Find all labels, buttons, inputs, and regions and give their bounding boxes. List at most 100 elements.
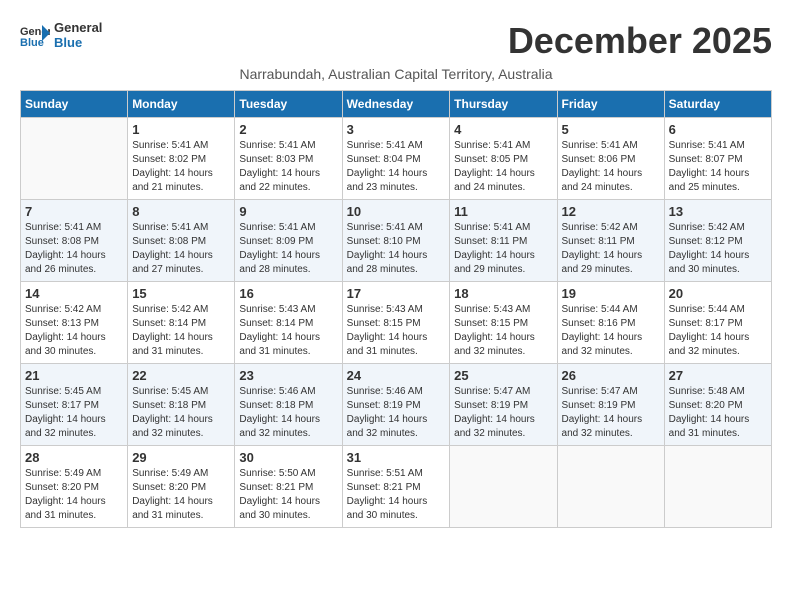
logo: General Blue General Blue [20, 20, 102, 50]
day-info: Sunrise: 5:41 AMSunset: 8:10 PMDaylight:… [347, 221, 446, 277]
calendar-cell: 29 Sunrise: 5:49 AMSunset: 8:20 PMDayligh… [128, 446, 235, 528]
day-number: 5 [562, 122, 660, 137]
calendar-cell: 2 Sunrise: 5:41 AMSunset: 8:03 PMDaylight… [235, 118, 342, 200]
day-info: Sunrise: 5:49 AMSunset: 8:20 PMDaylight:… [25, 467, 123, 523]
calendar-cell: 25Sunrise: 5:47 AMSunset: 8:19 PMDayligh… [450, 364, 557, 446]
calendar-cell: 30Sunrise: 5:50 AMSunset: 8:21 PMDayligh… [235, 446, 342, 528]
day-number: 27 [669, 368, 767, 383]
day-info: Sunrise: 5:41 AMSunset: 8:06 PMDaylight:… [562, 139, 660, 195]
day-number: 14 [25, 286, 123, 301]
calendar-cell: 9 Sunrise: 5:41 AMSunset: 8:09 PMDaylight… [235, 200, 342, 282]
calendar-cell: 24 Sunrise: 5:46 AMSunset: 8:19 PMDayligh… [342, 364, 450, 446]
day-number: 25 [454, 368, 552, 383]
logo-line2: Blue [54, 35, 102, 50]
calendar-cell: 23 Sunrise: 5:46 AMSunset: 8:18 PMDayligh… [235, 364, 342, 446]
calendar-week-row: 7Sunrise: 5:41 AMSunset: 8:08 PMDaylight… [21, 200, 772, 282]
day-info: Sunrise: 5:43 AMSunset: 8:15 PMDaylight:… [454, 303, 552, 359]
day-number: 21 [25, 368, 123, 383]
day-info: Sunrise: 5:48 AMSunset: 8:20 PMDaylight:… [669, 385, 767, 441]
calendar-cell: 10Sunrise: 5:41 AMSunset: 8:10 PMDayligh… [342, 200, 450, 282]
day-number: 16 [239, 286, 337, 301]
calendar-cell: 1 Sunrise: 5:41 AMSunset: 8:02 PMDaylight… [128, 118, 235, 200]
calendar-header-row: SundayMondayTuesdayWednesdayThursdayFrid… [21, 91, 772, 118]
day-info: Sunrise: 5:41 AMSunset: 8:03 PMDaylight:… [239, 139, 337, 195]
day-info: Sunrise: 5:43 AMSunset: 8:14 PMDaylight:… [239, 303, 337, 359]
header-wednesday: Wednesday [342, 91, 450, 118]
header-saturday: Saturday [664, 91, 771, 118]
day-number: 6 [669, 122, 767, 137]
calendar-cell: 20 Sunrise: 5:44 AMSunset: 8:17 PMDayligh… [664, 282, 771, 364]
day-info: Sunrise: 5:45 AMSunset: 8:18 PMDaylight:… [132, 385, 230, 441]
calendar-cell: 31 Sunrise: 5:51 AMSunset: 8:21 PMDayligh… [342, 446, 450, 528]
calendar-cell: 27 Sunrise: 5:48 AMSunset: 8:20 PMDayligh… [664, 364, 771, 446]
day-info: Sunrise: 5:46 AMSunset: 8:19 PMDaylight:… [347, 385, 446, 441]
day-number: 12 [562, 204, 660, 219]
calendar-cell: 12Sunrise: 5:42 AMSunset: 8:11 PMDayligh… [557, 200, 664, 282]
calendar-cell: 5 Sunrise: 5:41 AMSunset: 8:06 PMDaylight… [557, 118, 664, 200]
header-monday: Monday [128, 91, 235, 118]
day-info: Sunrise: 5:42 AMSunset: 8:14 PMDaylight:… [132, 303, 230, 359]
calendar: SundayMondayTuesdayWednesdayThursdayFrid… [20, 90, 772, 528]
day-number: 15 [132, 286, 230, 301]
day-number: 2 [239, 122, 337, 137]
day-number: 20 [669, 286, 767, 301]
day-info: Sunrise: 5:41 AMSunset: 8:08 PMDaylight:… [25, 221, 123, 277]
calendar-cell [450, 446, 557, 528]
day-info: Sunrise: 5:49 AMSunset: 8:20 PMDaylight:… [132, 467, 230, 523]
day-info: Sunrise: 5:42 AMSunset: 8:13 PMDaylight:… [25, 303, 123, 359]
day-number: 13 [669, 204, 767, 219]
day-info: Sunrise: 5:51 AMSunset: 8:21 PMDaylight:… [347, 467, 446, 523]
calendar-week-row: 21 Sunrise: 5:45 AMSunset: 8:17 PMDayligh… [21, 364, 772, 446]
day-number: 29 [132, 450, 230, 465]
day-number: 31 [347, 450, 446, 465]
day-number: 26 [562, 368, 660, 383]
day-info: Sunrise: 5:41 AMSunset: 8:09 PMDaylight:… [239, 221, 337, 277]
day-number: 11 [454, 204, 552, 219]
day-info: Sunrise: 5:41 AMSunset: 8:07 PMDaylight:… [669, 139, 767, 195]
day-number: 24 [347, 368, 446, 383]
calendar-week-row: 14 Sunrise: 5:42 AMSunset: 8:13 PMDayligh… [21, 282, 772, 364]
day-number: 18 [454, 286, 552, 301]
logo-line1: General [54, 20, 102, 35]
calendar-cell: 28 Sunrise: 5:49 AMSunset: 8:20 PMDayligh… [21, 446, 128, 528]
day-number: 9 [239, 204, 337, 219]
day-number: 1 [132, 122, 230, 137]
day-info: Sunrise: 5:44 AMSunset: 8:16 PMDaylight:… [562, 303, 660, 359]
month-title: December 2025 [508, 20, 772, 62]
day-number: 3 [347, 122, 446, 137]
day-number: 4 [454, 122, 552, 137]
calendar-cell [21, 118, 128, 200]
calendar-cell: 4Sunrise: 5:41 AMSunset: 8:05 PMDaylight… [450, 118, 557, 200]
day-info: Sunrise: 5:44 AMSunset: 8:17 PMDaylight:… [669, 303, 767, 359]
calendar-cell: 16 Sunrise: 5:43 AMSunset: 8:14 PMDayligh… [235, 282, 342, 364]
calendar-cell [557, 446, 664, 528]
header-friday: Friday [557, 91, 664, 118]
header-thursday: Thursday [450, 91, 557, 118]
header-tuesday: Tuesday [235, 91, 342, 118]
day-info: Sunrise: 5:43 AMSunset: 8:15 PMDaylight:… [347, 303, 446, 359]
calendar-cell: 7Sunrise: 5:41 AMSunset: 8:08 PMDaylight… [21, 200, 128, 282]
day-number: 23 [239, 368, 337, 383]
day-number: 28 [25, 450, 123, 465]
svg-text:Blue: Blue [20, 37, 44, 47]
title-section: December 2025 [508, 20, 772, 62]
day-info: Sunrise: 5:41 AMSunset: 8:02 PMDaylight:… [132, 139, 230, 195]
calendar-cell: 21 Sunrise: 5:45 AMSunset: 8:17 PMDayligh… [21, 364, 128, 446]
location-title: Narrabundah, Australian Capital Territor… [20, 66, 772, 82]
calendar-cell: 15 Sunrise: 5:42 AMSunset: 8:14 PMDayligh… [128, 282, 235, 364]
calendar-cell: 3 Sunrise: 5:41 AMSunset: 8:04 PMDaylight… [342, 118, 450, 200]
calendar-cell: 6 Sunrise: 5:41 AMSunset: 8:07 PMDaylight… [664, 118, 771, 200]
day-number: 8 [132, 204, 230, 219]
day-number: 30 [239, 450, 337, 465]
calendar-cell: 19 Sunrise: 5:44 AMSunset: 8:16 PMDayligh… [557, 282, 664, 364]
calendar-cell: 17Sunrise: 5:43 AMSunset: 8:15 PMDayligh… [342, 282, 450, 364]
day-info: Sunrise: 5:45 AMSunset: 8:17 PMDaylight:… [25, 385, 123, 441]
calendar-cell: 8Sunrise: 5:41 AMSunset: 8:08 PMDaylight… [128, 200, 235, 282]
day-info: Sunrise: 5:46 AMSunset: 8:18 PMDaylight:… [239, 385, 337, 441]
day-number: 19 [562, 286, 660, 301]
calendar-cell: 26Sunrise: 5:47 AMSunset: 8:19 PMDayligh… [557, 364, 664, 446]
calendar-week-row: 1 Sunrise: 5:41 AMSunset: 8:02 PMDaylight… [21, 118, 772, 200]
header-sunday: Sunday [21, 91, 128, 118]
day-info: Sunrise: 5:41 AMSunset: 8:04 PMDaylight:… [347, 139, 446, 195]
page-header: General Blue General Blue December 2025 [20, 20, 772, 62]
